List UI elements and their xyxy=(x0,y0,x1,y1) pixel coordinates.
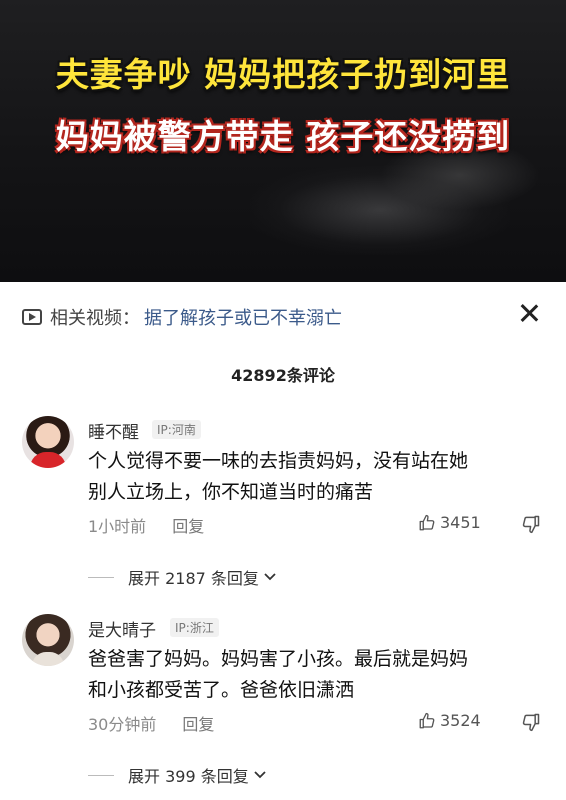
avatar[interactable] xyxy=(22,416,74,468)
like-button[interactable]: 3451 xyxy=(418,513,481,532)
reply-button[interactable]: 回复 xyxy=(172,513,204,537)
expand-replies-button[interactable]: 展开 399 条回复 xyxy=(88,763,267,787)
expand-replies-button[interactable]: 展开 2187 条回复 xyxy=(88,565,277,589)
comment-text-line: 别人立场上，你不知道当时的痛苦 xyxy=(88,481,374,503)
ip-location-badge: IP:浙江 xyxy=(170,618,219,637)
related-video-link[interactable]: 据了解孩子或已不幸溺亡 xyxy=(144,304,342,330)
video-icon xyxy=(22,309,42,325)
comment-time: 30分钟前 xyxy=(88,715,157,734)
related-video-label: 相关视频： xyxy=(50,308,140,329)
close-icon[interactable] xyxy=(518,302,540,324)
comment-sheet: 相关视频： 据了解孩子或已不幸溺亡 42892条评论 睡不醒 IP:河南 个人觉… xyxy=(0,282,566,800)
avatar[interactable] xyxy=(22,614,74,666)
divider-line xyxy=(88,774,114,776)
divider-line xyxy=(88,576,114,578)
reply-button[interactable]: 回复 xyxy=(182,711,214,735)
like-count: 3524 xyxy=(440,711,481,730)
expand-replies-label: 展开 2187 条回复 xyxy=(128,569,259,588)
chevron-down-icon xyxy=(264,573,276,581)
like-count: 3451 xyxy=(440,513,481,532)
comment-username[interactable]: 睡不醒 xyxy=(88,418,139,443)
video-caption-line1: 夫妻争吵 妈妈把孩子扔到河里 xyxy=(55,55,511,94)
comment-text: 爸爸害了妈妈。妈妈害了小孩。最后就是妈妈 和小孩都受苦了。爸爸依旧潇洒 xyxy=(88,644,538,706)
expand-replies-label: 展开 399 条回复 xyxy=(128,767,249,786)
thumbs-down-icon[interactable] xyxy=(521,712,541,732)
related-video-bar[interactable]: 相关视频： 据了解孩子或已不幸溺亡 xyxy=(22,304,342,330)
comment-text-line: 和小孩都受苦了。爸爸依旧潇洒 xyxy=(88,679,355,701)
comment-text-line: 个人觉得不要一味的去指责妈妈，没有站在她 xyxy=(88,450,469,472)
comment-time: 1小时前 xyxy=(88,517,147,536)
comment-meta: 30分钟前 回复 xyxy=(88,711,214,735)
thumbs-up-icon xyxy=(419,712,435,728)
video-player[interactable]: 夫妻争吵 妈妈把孩子扔到河里 妈妈被警方带走 孩子还没捞到 xyxy=(0,0,566,282)
comment-meta: 1小时前 回复 xyxy=(88,513,204,537)
thumbs-down-icon[interactable] xyxy=(521,514,541,534)
thumbs-up-icon xyxy=(419,514,435,530)
like-button[interactable]: 3524 xyxy=(418,711,481,730)
comment-text: 个人觉得不要一味的去指责妈妈，没有站在她 别人立场上，你不知道当时的痛苦 xyxy=(88,446,538,508)
video-caption-line2: 妈妈被警方带走 孩子还没捞到 xyxy=(55,117,511,156)
chevron-down-icon xyxy=(254,771,266,779)
ip-location-badge: IP:河南 xyxy=(152,420,201,439)
comment-count: 42892条评论 xyxy=(231,366,335,385)
comment-text-line: 爸爸害了妈妈。妈妈害了小孩。最后就是妈妈 xyxy=(88,648,469,670)
comment-username[interactable]: 是大晴子 xyxy=(88,616,156,641)
